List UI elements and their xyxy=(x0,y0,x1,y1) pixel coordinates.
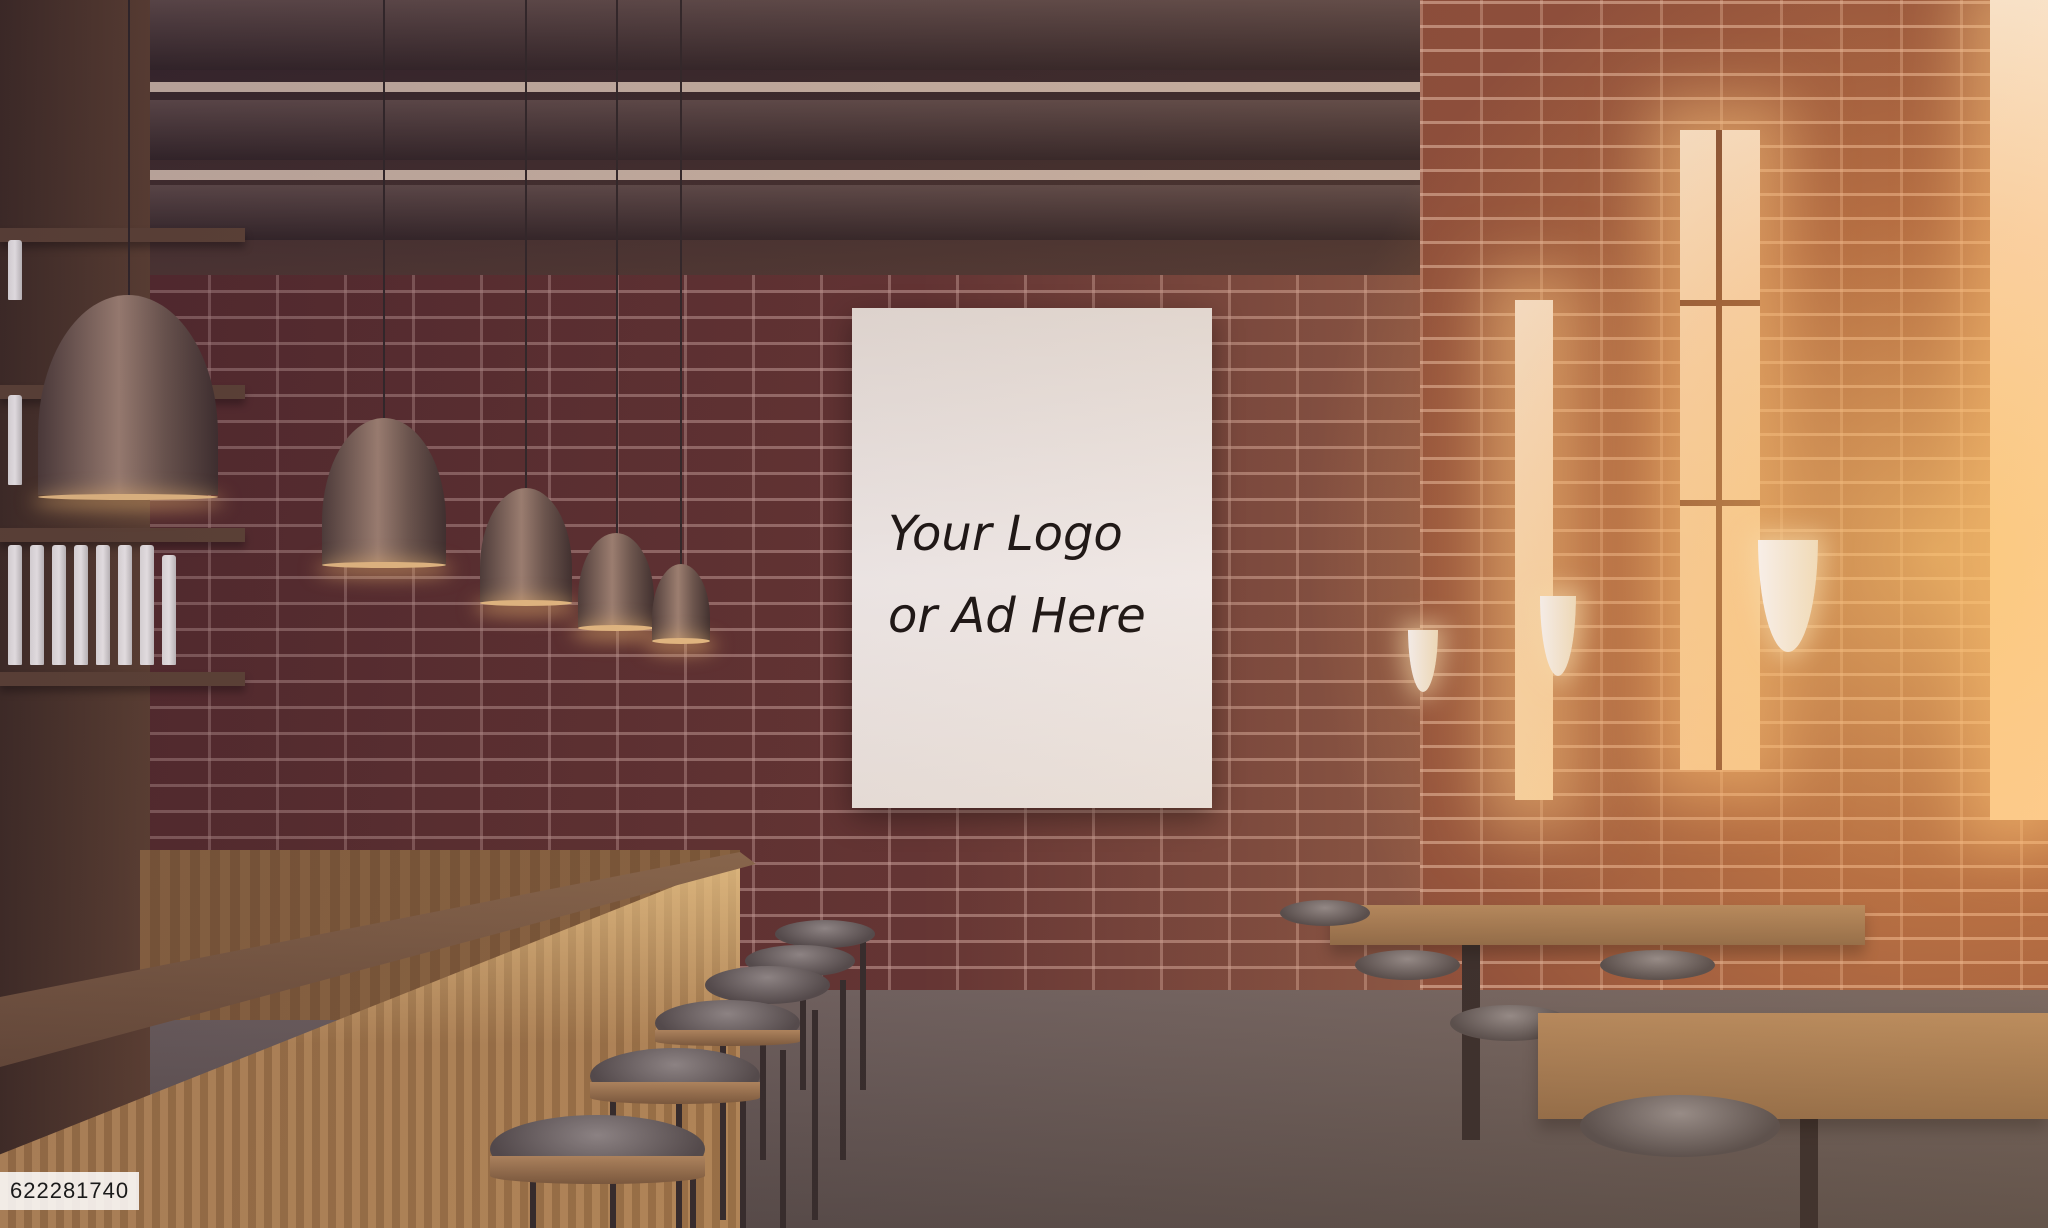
bar-stool-rim xyxy=(655,1030,800,1046)
stool-leg xyxy=(860,940,866,1090)
poster-text: Your Logo or Ad Here xyxy=(888,506,1146,644)
shelf xyxy=(0,228,245,242)
ceiling-light-strip xyxy=(140,82,1500,92)
image-id-label: 622281740 xyxy=(0,1172,140,1210)
bottle xyxy=(30,545,44,665)
bar-stool-rim xyxy=(490,1156,705,1184)
bar-stool-rim xyxy=(590,1082,760,1104)
bottle xyxy=(74,545,88,665)
stool-leg xyxy=(740,1100,746,1228)
bar-stool xyxy=(775,920,875,948)
stool-leg xyxy=(812,1010,818,1220)
lamp-cord xyxy=(383,0,385,420)
lamp-cord xyxy=(680,0,682,566)
bottle xyxy=(8,395,22,485)
bottle xyxy=(140,545,154,665)
table xyxy=(1330,905,1865,945)
shelf xyxy=(0,528,245,542)
lamp-cord xyxy=(616,0,618,535)
bottle xyxy=(96,545,110,665)
lamp-glow xyxy=(322,562,446,568)
ceiling-light-strip xyxy=(140,170,1500,180)
lamp-cord xyxy=(525,0,527,490)
bottle xyxy=(118,545,132,665)
bar-stool xyxy=(705,966,830,1004)
bottle xyxy=(162,555,176,665)
ceiling-beam xyxy=(140,0,1500,70)
ceiling-beam xyxy=(140,100,1500,160)
table-base xyxy=(1800,1110,1818,1228)
table-stool xyxy=(1580,1095,1780,1157)
table-stool xyxy=(1600,950,1715,980)
lamp-glow xyxy=(652,638,710,644)
lamp-glow xyxy=(480,600,572,606)
blank-poster: Your Logo or Ad Here xyxy=(852,308,1212,808)
bar-interior-scene: Your Logo or Ad Here 622281740 xyxy=(0,0,2048,1228)
bottle xyxy=(52,545,66,665)
ceiling-beam xyxy=(140,185,1500,240)
lamp-glow xyxy=(578,625,654,631)
lamp-glow xyxy=(38,494,218,500)
bottle xyxy=(8,240,22,300)
table-stool xyxy=(1355,950,1460,980)
bottle xyxy=(8,545,22,665)
stool-leg xyxy=(780,1050,786,1228)
shelf xyxy=(0,672,245,686)
lamp-cord xyxy=(128,0,130,300)
table-stool xyxy=(1280,900,1370,926)
stool-leg xyxy=(840,980,846,1160)
table-base xyxy=(1462,940,1480,1140)
